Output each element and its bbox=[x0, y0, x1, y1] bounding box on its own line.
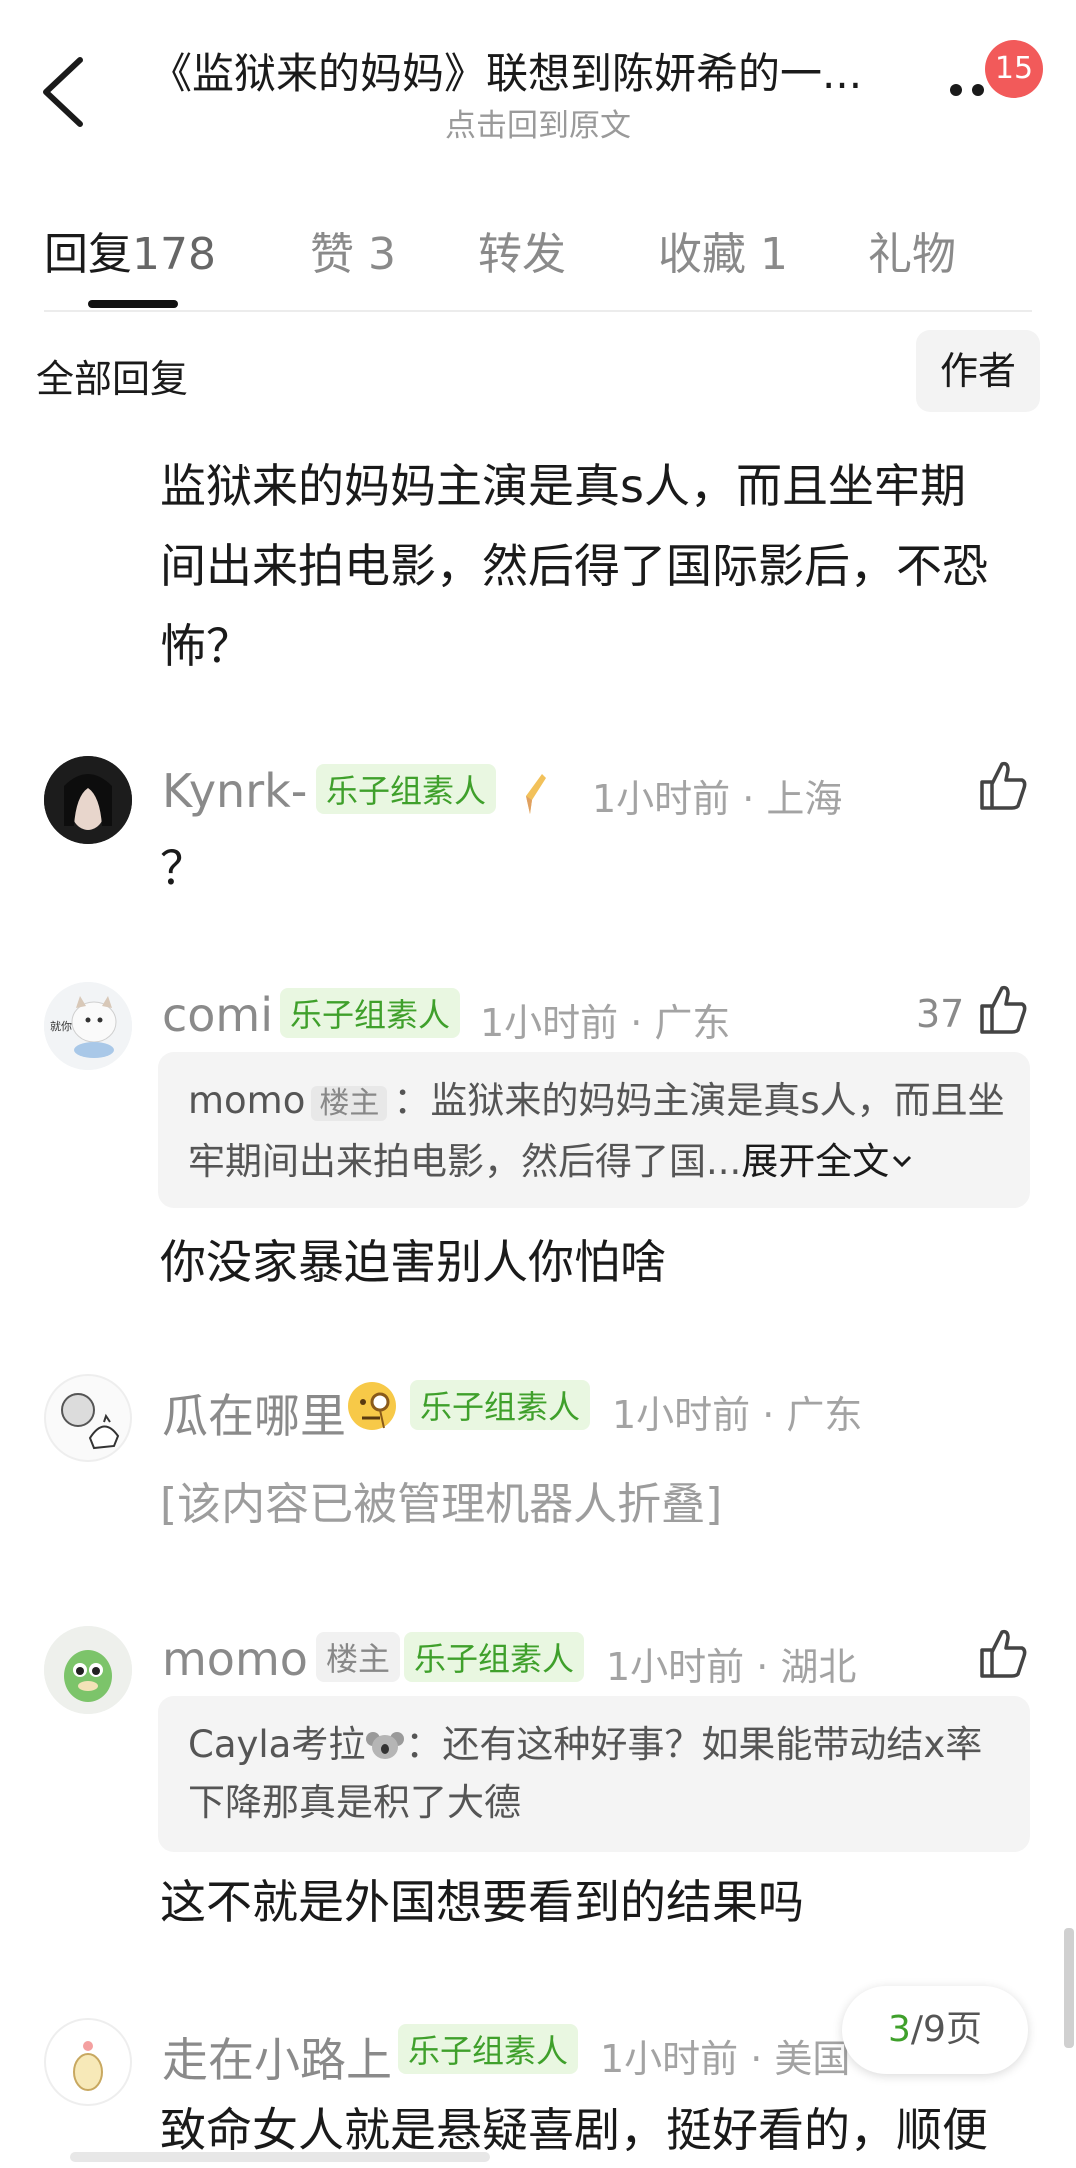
op-badge: 楼主 bbox=[316, 1632, 401, 1682]
op-badge: 楼主 bbox=[311, 1086, 388, 1121]
avatar[interactable] bbox=[44, 1374, 132, 1462]
avatar[interactable] bbox=[44, 2018, 132, 2106]
quoted-reply[interactable]: Cayla考拉 ：还有这种好事？如果能带动结x率下降那真是积了大德 bbox=[158, 1696, 1030, 1852]
avatar[interactable]: 就你 bbox=[44, 982, 132, 1070]
back-to-original-link[interactable]: 点击回到原文 bbox=[0, 100, 1076, 145]
all-replies-filter[interactable]: 全部回复 bbox=[36, 348, 188, 403]
group-badge: 乐子组素人 bbox=[404, 1632, 585, 1682]
comment-meta: 1小时前 · 广东 bbox=[612, 1393, 863, 1437]
post-body: 监狱来的妈妈主演是真s人，而且坐牢期 间出来拍电影，然后得了国际影后，不恐 怖？ bbox=[160, 459, 988, 673]
author-filter-button[interactable]: 作者 bbox=[916, 330, 1040, 412]
tab-likes[interactable]: 赞 3 bbox=[310, 218, 396, 282]
commenter-name[interactable]: comi bbox=[162, 988, 273, 1042]
tab-replies[interactable]: 回复178 bbox=[44, 218, 216, 282]
group-badge: 乐子组素人 bbox=[410, 1380, 591, 1430]
comment-body: 这不就是外国想要看到的结果吗 bbox=[160, 1875, 804, 1929]
pencil-icon bbox=[526, 774, 546, 814]
like-icon[interactable] bbox=[978, 1628, 1028, 1680]
quoted-author: Cayla考拉 bbox=[188, 1723, 366, 1766]
tab-favorites[interactable]: 收藏 1 bbox=[658, 218, 788, 282]
like-icon[interactable] bbox=[978, 760, 1028, 812]
commenter-name[interactable]: 瓜在哪里 bbox=[162, 1380, 346, 1446]
like-count: 37 bbox=[916, 992, 965, 1036]
comment-meta: 1小时前 · 美国 bbox=[600, 2037, 851, 2081]
active-tab-indicator bbox=[88, 300, 178, 308]
comment-body: 你没家暴迫害别人你怕啥 bbox=[160, 1235, 666, 1289]
quoted-reply[interactable]: momo 楼主 ：监狱来的妈妈主演是真s人，而且坐牢期间出来拍电影，然后得了国...… bbox=[158, 1052, 1030, 1208]
divider bbox=[44, 310, 1032, 312]
scrollbar[interactable] bbox=[1064, 1928, 1074, 2048]
folded-notice: [该内容已被管理机器人折叠] bbox=[160, 1479, 723, 1530]
commenter-name[interactable]: 走在小路上 bbox=[162, 2024, 392, 2090]
group-badge: 乐子组素人 bbox=[316, 764, 497, 814]
home-indicator[interactable] bbox=[70, 2152, 490, 2162]
koala-emoji-icon bbox=[366, 1732, 405, 1759]
avatar[interactable] bbox=[44, 756, 132, 844]
notification-badge[interactable]: 15 bbox=[985, 40, 1043, 98]
commenter-name[interactable]: momo bbox=[162, 1632, 308, 1686]
expand-link[interactable]: 展开全文 bbox=[741, 1140, 889, 1183]
group-badge: 乐子组素人 bbox=[398, 2024, 579, 2074]
tab-reposts[interactable]: 转发 bbox=[478, 218, 566, 282]
comment-meta: 1小时前 · 广东 bbox=[480, 1001, 731, 1045]
group-badge: 乐子组素人 bbox=[280, 988, 461, 1038]
post-title[interactable]: 《监狱来的妈妈》联想到陈妍希的一... bbox=[150, 40, 910, 101]
comment-meta: 1小时前 · 湖北 bbox=[606, 1645, 857, 1689]
page-indicator[interactable]: 3/9页 bbox=[842, 1986, 1028, 2074]
quoted-author: momo bbox=[188, 1079, 306, 1122]
tab-gifts[interactable]: 礼物 bbox=[868, 218, 956, 282]
avatar[interactable] bbox=[44, 1626, 132, 1714]
comment-meta: 1小时前 · 上海 bbox=[592, 777, 843, 821]
comment-body: 致命女人就是悬疑喜剧，挺好看的，顺便 bbox=[160, 2103, 988, 2157]
commenter-name[interactable]: Kynrk- bbox=[162, 764, 307, 818]
like-icon[interactable] bbox=[978, 984, 1028, 1036]
chevron-down-icon[interactable] bbox=[889, 1148, 915, 1174]
svg-text:就你: 就你 bbox=[50, 1019, 72, 1033]
comment-body: ？ bbox=[160, 841, 206, 895]
monocle-emoji-icon bbox=[348, 1382, 396, 1430]
more-icon[interactable] bbox=[948, 74, 988, 104]
